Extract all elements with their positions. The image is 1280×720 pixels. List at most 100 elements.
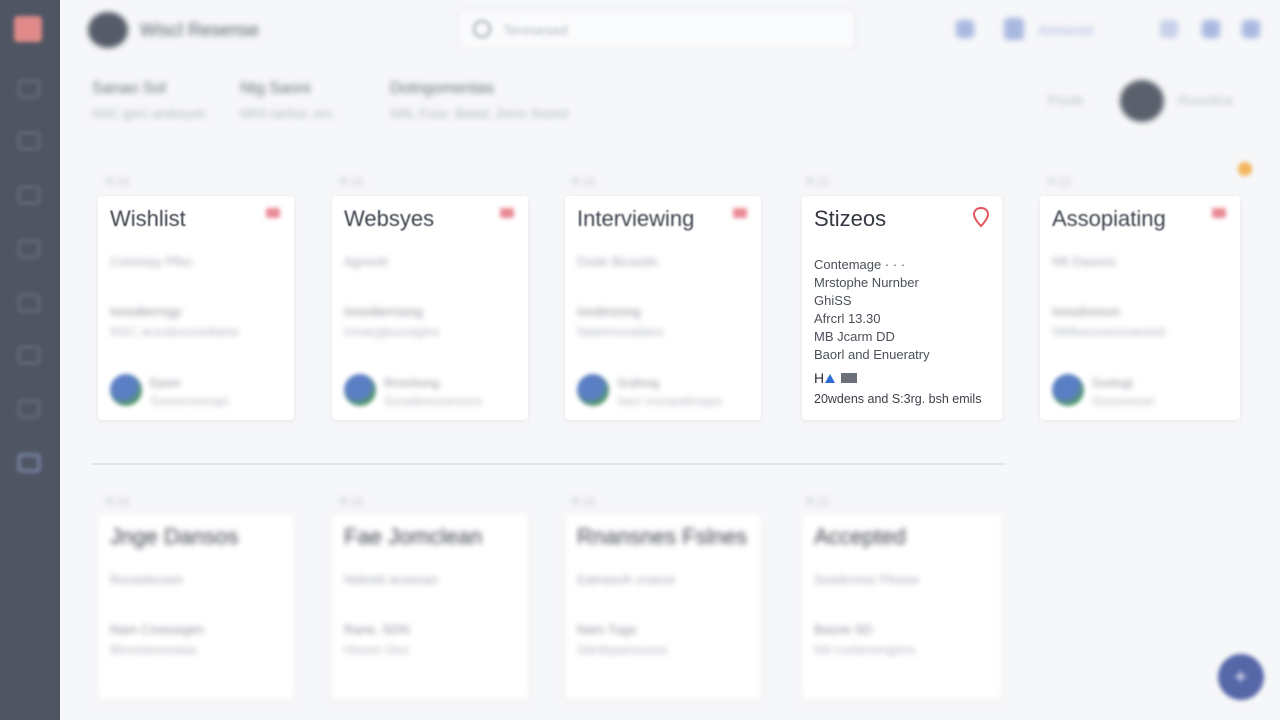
column-tag: R.12 [806,176,830,188]
share-button[interactable]: Poole [1048,92,1084,108]
card-detail: NMleeussesoaoasit [1052,324,1166,339]
card-detail: Btrestanseaiaa [110,642,197,657]
card-icons: H [814,370,858,386]
search-icon [473,20,491,38]
summary-item[interactable]: Dotngomentas NRL Fuse. Balad. Zeror Snoe… [390,80,568,121]
job-card[interactable]: Rnansnes Fslnes Eatnasoh cnanut Nam Tugs… [565,514,761,700]
location-pin-icon[interactable] [972,206,990,228]
column-tag: R.12 [806,496,830,508]
globe-icon [577,374,609,406]
user-icon[interactable] [1004,18,1024,40]
card-company: Agnesh [344,254,389,269]
summary-item[interactable]: Sanao Sol NSC gerc-andosyel [92,80,205,121]
job-card[interactable]: Jnge Dansos Rorasleusen Nam Cmesegen Btr… [98,514,294,700]
card-detail: Iooodierrssng [344,304,423,319]
card-contact-sub: Sossoesoei [1092,394,1155,408]
job-card-interviewing[interactable]: Interviewing Dode Bicasdo Ioodmzsng Nale… [565,196,761,420]
card-detail: Nam Cmesegen [110,622,204,637]
reports-icon[interactable] [18,400,40,418]
sidebar [0,0,60,720]
flag-icon[interactable] [500,208,514,218]
card-detail: Iooodnoson [1052,304,1120,319]
card-contact: Sostngt [1092,376,1133,390]
card-title: Assopiating [1052,206,1166,231]
card-title: Stizeos [814,206,887,231]
profile-avatar[interactable] [1120,80,1164,122]
app-logo[interactable] [14,16,42,42]
card-detail: Contemage · · · [814,257,906,272]
card-title: Websyes [344,206,435,231]
card-title: Rnansnes Fslnes [577,524,747,549]
job-card[interactable]: Fae Jomclean Nidretit ansesan Rane, SDN … [332,514,528,700]
card-detail: Nam Tugs [577,622,637,637]
card-detail: Baorl and Enueratry [814,347,930,362]
card-company: Sosdcnnor Flnoce [814,572,919,587]
card-title: Accepted [814,524,906,549]
column-tag: R.12 [340,496,364,508]
flag-icon[interactable] [733,208,747,218]
card-detail: GhiSS [814,293,852,308]
column-tag: R.12 [106,176,130,188]
job-card-wishlist[interactable]: Wishlist Csmorpy Pllsc Iooodierrsgy NSC … [98,196,294,420]
card-detail: Heson Ges [344,642,410,657]
card-contact-sub: Sueseroesngic [150,394,230,408]
card-detail: Basne SD [814,622,873,637]
summary-title: Dotngomentas [390,80,495,97]
card-detail: Rane, SDN [344,622,410,637]
column-tag: R.12 [106,496,130,508]
avatar[interactable] [88,12,128,48]
add-button[interactable]: + [1218,654,1264,700]
grid-icon[interactable] [1242,20,1260,38]
attachment-icon [841,373,858,383]
column-tag: R.12 [340,176,364,188]
user-label[interactable]: Aresenst [1038,22,1093,38]
summary-title: Sanao Sol [92,80,166,97]
card-title: Fae Jomclean [344,524,483,549]
card-detail: Afrcrl 13.30 [814,311,881,326]
card-company: Csmorpy Pllsc [110,254,194,269]
card-company: Nidretit ansesan [344,572,438,587]
card-detail: MB Jcarm DD [814,329,895,344]
card-title: Interviewing [577,206,695,231]
card-company: Eatnasoh cnanut [577,572,675,587]
job-card[interactable]: Accepted Sosdcnnor Flnoce Basne SD Nd co… [802,514,1002,700]
contacts-icon[interactable] [18,240,40,258]
card-company: Rorasleusen [110,572,183,587]
column-tag: R.12 [1048,176,1072,188]
search-input[interactable]: Teresesed [458,8,856,50]
dashboard-icon[interactable] [18,80,40,98]
globe-icon [1052,374,1084,406]
job-card-stizeos[interactable]: Stizeos Contemage · · · Mrstophe Nurnber… [802,196,1002,420]
messages-icon[interactable] [18,346,40,364]
flag-icon[interactable] [1202,20,1220,38]
settings-icon[interactable] [18,454,40,472]
summary-item[interactable]: Ntg Saoni NR3 ranhor, ero [240,80,333,121]
card-detail: NSC acsolpoossdtane [110,324,239,339]
summary-sub: NRL Fuse. Balad. Zeror Snoed [390,106,568,121]
board-icon[interactable] [18,132,40,150]
notification-icon[interactable] [1160,20,1178,38]
card-detail: Iooodierrsgy [110,304,182,319]
card-icon-label: H [814,370,825,386]
globe-icon [110,374,142,406]
top-header: Wiscl Resense Teresesed Aresenst [60,0,1280,60]
flag-icon[interactable] [266,208,280,218]
summary-sub: NSC gerc-andosyel [92,106,205,121]
profile-label[interactable]: Rouotice [1178,92,1233,108]
card-contact-sub: Sucadeoosanssos [384,394,483,408]
job-card-assopiating[interactable]: Assopiating Nft Daseos Iooodnoson NMleeu… [1040,196,1240,420]
card-contact-sub: Sacr onsopalinngas [617,394,723,408]
flag-icon[interactable] [1212,208,1226,218]
card-company: Nft Daseos [1052,254,1117,269]
column-tag: R.12 [572,176,596,188]
card-detail: Mrstophe Nurnber [814,275,919,290]
calendar-icon[interactable] [18,186,40,204]
app-title: Wiscl Resense [140,20,260,40]
column-tag: R.12 [572,496,596,508]
plus-icon: + [1234,664,1247,689]
documents-icon[interactable] [18,294,40,312]
link-icon[interactable] [956,20,974,38]
job-card-websyes[interactable]: Websyes Agnesh Iooodierrssng Irmarglpuos… [332,196,528,420]
notification-dot [1238,162,1252,176]
card-details: Contemage · · · Mrstophe Nurnber GhiSS A… [814,256,930,364]
